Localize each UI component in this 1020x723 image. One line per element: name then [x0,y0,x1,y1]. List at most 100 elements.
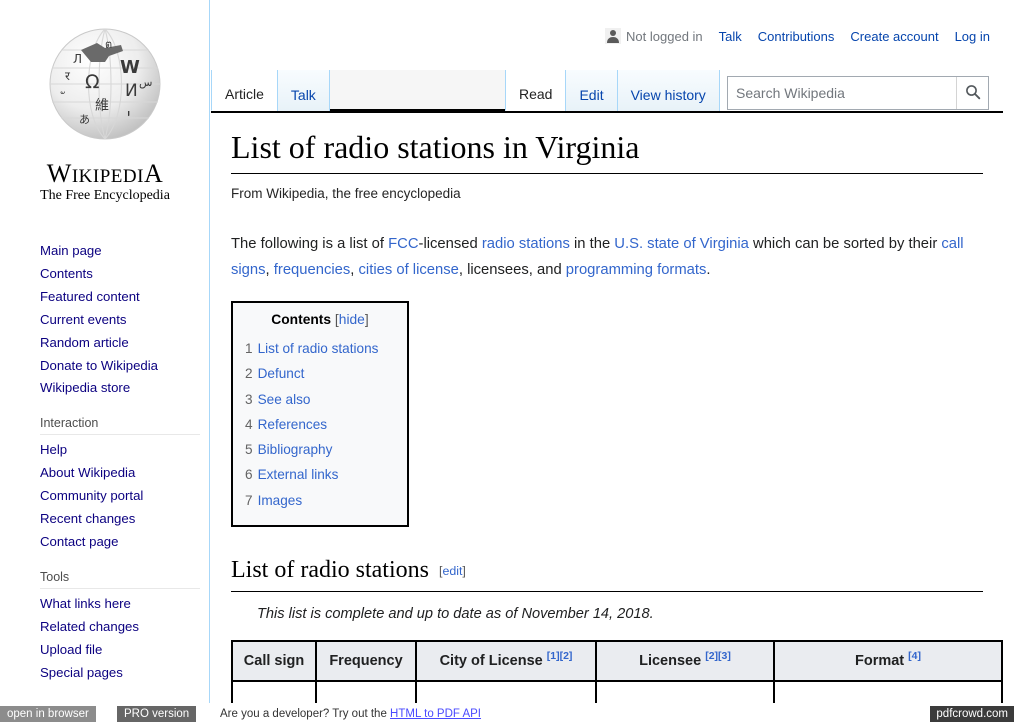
link-frequencies[interactable]: frequencies [274,262,351,278]
open-in-browser-button[interactable]: open in browser [0,706,96,722]
tab-read[interactable]: Read [505,70,567,111]
sidebar-link-main-page[interactable]: Main page [40,240,209,263]
sidebar-link-donate[interactable]: Donate to Wikipedia [40,355,209,378]
svg-text:И: И [125,81,138,101]
sidebar-item-contact-page[interactable]: Contact page [40,531,209,554]
toc-link-defunct[interactable]: Defunct [258,366,305,381]
toc-item-6[interactable]: 6 External links [245,462,395,487]
section-heading-label: List of radio stations [231,557,429,584]
sidebar-item-featured-content[interactable]: Featured content [40,286,209,309]
column-header-format[interactable]: Format [4] [773,640,1003,683]
not-logged-in-label: Not logged in [626,28,703,44]
sidebar-link-about-wikipedia[interactable]: About Wikipedia [40,462,209,485]
column-header-licensee[interactable]: Licensee [2][3] [595,640,775,683]
sidebar-item-help[interactable]: Help [40,439,209,462]
sidebar-item-upload-file[interactable]: Upload file [40,639,209,662]
column-refs-licensee[interactable]: [2][3] [705,650,731,662]
search-icon [965,84,981,103]
table-row [231,680,1003,703]
sidebar-link-contents[interactable]: Contents [40,263,209,286]
toc-hide-link[interactable]: hide [339,312,365,327]
sidebar-item-main-page[interactable]: Main page [40,240,209,263]
developer-prompt: Are you a developer? Try out the HTML to… [220,707,481,722]
intro-text-14: . [706,262,711,278]
column-label-frequency: Frequency [329,653,403,670]
toc-item-7[interactable]: 7 Images [245,488,395,513]
sidebar-link-help[interactable]: Help [40,439,209,462]
sidebar-link-random-article[interactable]: Random article [40,332,209,355]
toc-num-6: 6 [245,467,253,483]
link-cities-of-license[interactable]: cities of license [359,262,459,278]
wikipedia-logo-block[interactable]: Ω W И 維 י र ั Л ต س あ WIKIPEDIA [0,0,210,203]
personal-link-create-account[interactable]: Create account [850,29,938,44]
link-radio-stations[interactable]: radio stations [482,236,570,252]
search-box[interactable] [727,76,989,110]
developer-prompt-text: Are you a developer? Try out the [220,708,391,720]
wordmark-a: A [143,159,164,188]
link-us-state-of-virginia[interactable]: U.S. state of Virginia [614,236,749,252]
column-label-call-sign: Call sign [243,653,305,670]
tab-article[interactable]: Article [211,70,278,111]
sidebar-link-special-pages[interactable]: Special pages [40,662,209,685]
column-header-call-sign[interactable]: Call sign [231,640,317,683]
cell-frequency [315,680,417,703]
link-fcc[interactable]: FCC [388,236,418,252]
column-refs-city-of-license[interactable]: [1][2] [547,650,573,662]
sidebar-link-wikipedia-store[interactable]: Wikipedia store [40,377,209,400]
toc-item-2[interactable]: 2 Defunct [245,361,395,386]
pro-version-button[interactable]: PRO version [117,706,197,722]
wordmark-rest: IKIPEDI [71,166,144,187]
sidebar-item-random-article[interactable]: Random article [40,332,209,355]
tab-view-history[interactable]: View history [616,70,720,111]
sidebar-item-donate[interactable]: Donate to Wikipedia [40,355,209,378]
sidebar-item-recent-changes[interactable]: Recent changes [40,508,209,531]
toc-link-see-also[interactable]: See also [258,392,311,407]
link-programming-formats[interactable]: programming formats [566,262,707,278]
toc-item-3[interactable]: 3 See also [245,387,395,412]
sidebar-item-community-portal[interactable]: Community portal [40,485,209,508]
toc-link-bibliography[interactable]: Bibliography [258,442,333,457]
sidebar-item-wikipedia-store[interactable]: Wikipedia store [40,377,209,400]
toc-link-references[interactable]: References [258,417,328,432]
tab-edit[interactable]: Edit [565,70,618,111]
sidebar-item-contents[interactable]: Contents [40,263,209,286]
toc-item-4[interactable]: 4 References [245,412,395,437]
sidebar-portal-tools: Tools What links here Related changes Up… [0,570,209,685]
sidebar-link-contact-page[interactable]: Contact page [40,531,209,554]
sidebar-link-community-portal[interactable]: Community portal [40,485,209,508]
html-to-pdf-api-link[interactable]: HTML to PDF API [390,708,481,720]
column-header-city-of-license[interactable]: City of License [1][2] [415,640,597,683]
sidebar-link-featured-content[interactable]: Featured content [40,286,209,309]
sidebar-link-what-links-here[interactable]: What links here [40,593,209,616]
svg-text:維: 維 [95,98,109,114]
sidebar-item-what-links-here[interactable]: What links here [40,593,209,616]
sidebar-item-related-changes[interactable]: Related changes [40,616,209,639]
svg-text:י: י [127,105,130,123]
personal-link-log-in[interactable]: Log in [955,29,990,44]
sidebar-item-current-events[interactable]: Current events [40,309,209,332]
toc-item-5[interactable]: 5 Bibliography [245,437,395,462]
personal-link-contributions[interactable]: Contributions [758,29,835,44]
personal-link-talk[interactable]: Talk [719,29,742,44]
toc-num-7: 7 [245,492,253,508]
search-input[interactable] [728,78,956,108]
cell-format [773,680,1003,703]
sidebar-item-about-wikipedia[interactable]: About Wikipedia [40,462,209,485]
user-silhouette-icon [605,28,622,44]
toc-link-list-of-radio-stations[interactable]: List of radio stations [258,341,379,356]
toc-item-1[interactable]: 1 List of radio stations [245,336,395,361]
column-header-frequency[interactable]: Frequency [315,640,417,683]
toc-link-external-links[interactable]: External links [258,467,339,482]
search-button[interactable] [956,77,988,109]
column-refs-format[interactable]: [4] [908,650,921,662]
sidebar-link-related-changes[interactable]: Related changes [40,616,209,639]
sidebar-link-current-events[interactable]: Current events [40,309,209,332]
section-edit-link[interactable]: edit [442,564,462,578]
list-status-note: This list is complete and up to date as … [257,606,654,623]
toc-link-images[interactable]: Images [258,493,303,508]
sidebar-item-special-pages[interactable]: Special pages [40,662,209,685]
tab-talk[interactable]: Talk [276,70,330,111]
sidebar-link-upload-file[interactable]: Upload file [40,639,209,662]
table-header-row: Call sign Frequency City of License [1][… [231,640,1003,683]
sidebar-link-recent-changes[interactable]: Recent changes [40,508,209,531]
